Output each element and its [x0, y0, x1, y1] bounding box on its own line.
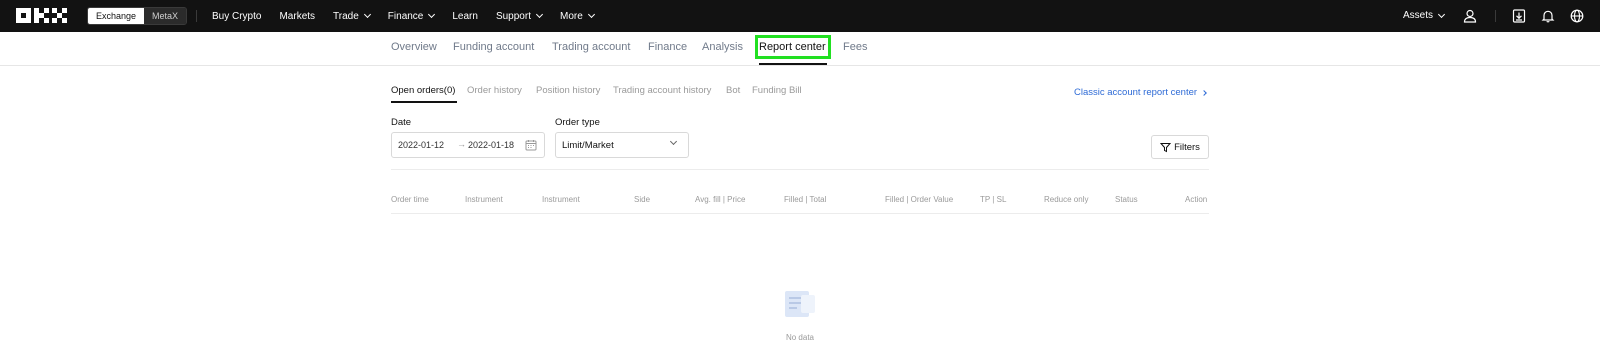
column-header: Reduce only — [1044, 195, 1089, 204]
nav-markets[interactable]: Markets — [279, 11, 315, 22]
tab-order-history[interactable]: Order history — [467, 85, 522, 96]
column-header: Filled | Total — [784, 195, 827, 204]
filters-label: Filters — [1174, 141, 1200, 153]
column-header: Instrument — [465, 195, 503, 204]
calendar-icon[interactable] — [525, 139, 537, 151]
bell-icon[interactable] — [1541, 9, 1555, 23]
classic-report-center-link[interactable]: Classic account report center — [1074, 87, 1207, 98]
download-icon[interactable] — [1512, 9, 1526, 23]
nav-label: More — [559, 10, 583, 22]
active-tab-highlight — [755, 35, 831, 59]
nav-divider — [1495, 10, 1496, 22]
column-header: Action — [1185, 195, 1208, 204]
okx-logo[interactable] — [16, 8, 70, 24]
date-to[interactable]: 2022-01-18 — [468, 140, 514, 150]
nav-divider — [196, 10, 197, 22]
column-header: Filled | Order Value — [885, 195, 954, 204]
date-range-picker[interactable]: 2022-01-12 → 2022-01-18 — [391, 132, 545, 158]
filter-icon — [1160, 142, 1172, 152]
column-header: Side — [634, 195, 651, 204]
nav-label: Markets — [279, 10, 316, 22]
column-header: Order time — [391, 195, 429, 204]
arrow-right-icon: → — [457, 139, 466, 149]
empty-document-icon — [785, 291, 815, 317]
assets-menu[interactable]: Assets — [1403, 10, 1446, 21]
nav-buy-crypto[interactable]: Buy Crypto — [212, 11, 261, 22]
column-header: Instrument — [542, 195, 580, 204]
top-navigation-bar: Exchange MetaX Buy Crypto Markets Trade … — [0, 0, 1600, 32]
tab-open-orders[interactable]: Open orders(0) — [391, 85, 455, 96]
column-header: Status — [1115, 195, 1138, 204]
metax-toggle[interactable]: MetaX — [144, 8, 187, 24]
order-type-value: Limit/Market — [562, 140, 614, 151]
tab-finance[interactable]: Finance — [648, 41, 687, 53]
tab-fees[interactable]: Fees — [843, 41, 867, 53]
exchange-toggle[interactable]: Exchange — [88, 8, 145, 24]
tab-trading-account-history[interactable]: Trading account history — [613, 85, 711, 96]
date-from[interactable]: 2022-01-12 — [398, 140, 444, 150]
chevron-down-icon — [669, 137, 678, 146]
nav-label: Trade — [333, 10, 359, 22]
chevron-right-icon — [1201, 89, 1207, 96]
exchange-metax-switch: Exchange MetaX — [87, 7, 188, 25]
nav-support[interactable]: Support — [495, 10, 544, 22]
nav-trade[interactable]: Trade — [333, 10, 371, 22]
user-icon[interactable] — [1463, 9, 1477, 23]
tab-funding-bill[interactable]: Funding Bill — [752, 85, 802, 96]
tab-position-history[interactable]: Position history — [536, 85, 600, 96]
chevron-down-icon — [587, 10, 595, 19]
chevron-down-icon — [1437, 10, 1446, 18]
date-label: Date — [391, 117, 412, 128]
classic-link-label: Classic account report center — [1074, 87, 1198, 98]
nav-label: Buy Crypto — [212, 10, 262, 22]
chevron-down-icon — [535, 10, 544, 19]
main-nav-links: Buy Crypto Markets Trade Finance Learn S… — [212, 0, 612, 32]
nav-label: Support — [495, 10, 531, 22]
divider — [391, 213, 1209, 214]
order-type-label: Order type — [555, 117, 600, 128]
tab-overview[interactable]: Overview — [391, 41, 437, 53]
no-data-text: No data — [785, 333, 815, 342]
nav-label: Finance — [387, 10, 424, 22]
globe-icon[interactable] — [1570, 9, 1584, 23]
nav-more[interactable]: More — [559, 10, 595, 22]
tab-trading-account[interactable]: Trading account — [552, 41, 630, 53]
chevron-down-icon — [363, 10, 371, 19]
nav-learn[interactable]: Learn — [452, 11, 478, 22]
order-type-select[interactable]: Limit/Market — [555, 132, 689, 158]
active-report-tab-underline — [391, 101, 457, 103]
column-header: Avg. fill | Price — [695, 195, 746, 204]
assets-label: Assets — [1403, 10, 1434, 21]
nav-finance[interactable]: Finance — [387, 10, 436, 22]
chevron-down-icon — [428, 10, 436, 19]
tab-analysis[interactable]: Analysis — [702, 41, 743, 53]
column-header: TP | SL — [980, 195, 1007, 204]
nav-label: Learn — [452, 10, 478, 22]
divider — [391, 169, 1209, 170]
filters-button[interactable]: Filters — [1151, 135, 1209, 159]
active-tab-underline — [759, 63, 827, 65]
tab-funding-account[interactable]: Funding account — [453, 41, 534, 53]
tab-bot[interactable]: Bot — [726, 85, 740, 96]
